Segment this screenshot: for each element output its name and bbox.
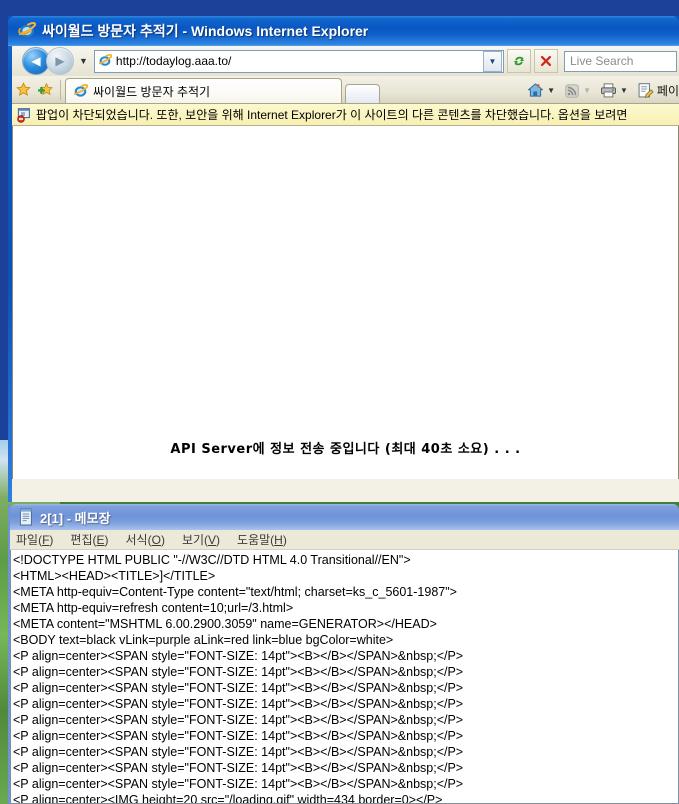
- toolbar-separator: [60, 80, 61, 100]
- notepad-line: <P align=center><SPAN style="FONT-SIZE: …: [13, 745, 464, 759]
- address-dropdown-button[interactable]: ▼: [483, 50, 502, 72]
- back-arrow-icon: ◀: [31, 54, 41, 68]
- menu-format[interactable]: 서식(O): [126, 531, 165, 548]
- page-menu-button[interactable]: 페이: [637, 82, 679, 99]
- tab-cyworld-visitor-tracker[interactable]: 싸이월드 방문자 추적기: [65, 78, 342, 103]
- page-menu-label: 페이: [656, 84, 679, 98]
- notepad-line: <P align=center><SPAN style="FONT-SIZE: …: [13, 777, 464, 791]
- notepad-window-title: 2[1] - 메모장: [40, 510, 111, 526]
- chevron-down-icon[interactable]: ▼: [547, 86, 555, 95]
- notepad-title-bar[interactable]: 2[1] - 메모장: [10, 504, 679, 530]
- popup-blocked-info-bar[interactable]: 팝업이 차단되었습니다. 또한, 보안을 위해 Internet Explore…: [12, 104, 679, 126]
- menu-view[interactable]: 보기(V): [182, 531, 220, 548]
- add-to-favorites-button[interactable]: [34, 78, 56, 100]
- ie-title-bar[interactable]: 싸이월드 방문자 추적기 - Windows Internet Explorer: [8, 16, 679, 46]
- stop-button[interactable]: [534, 49, 558, 73]
- notepad-text-area[interactable]: <!DOCTYPE HTML PUBLIC "-//W3C//DTD HTML …: [10, 550, 679, 804]
- print-button[interactable]: ▼: [600, 82, 628, 99]
- web-page-viewport[interactable]: API Server에 정보 전송 중입니다 (최대 40초 소요) . . .: [12, 126, 679, 479]
- notepad-line: <P align=center><SPAN style="FONT-SIZE: …: [13, 761, 464, 775]
- refresh-button[interactable]: [507, 49, 531, 73]
- notepad-icon: [19, 508, 32, 526]
- notepad-line: <P align=center><SPAN style="FONT-SIZE: …: [13, 649, 464, 663]
- ie-address-toolbar: ◀ ▶ ▼ http://todaylog.aaa.to/ ▼ Live Sea…: [12, 46, 679, 76]
- history-dropdown-icon[interactable]: ▼: [79, 56, 88, 66]
- ie-tab-bar: 싸이월드 방문자 추적기 ▼ ▼ ▼ 페이: [12, 76, 679, 104]
- star-icon: [15, 81, 31, 96]
- favorites-center-button[interactable]: [12, 78, 34, 100]
- popup-blocked-icon: [17, 107, 30, 123]
- menu-file[interactable]: 파일(F): [16, 531, 53, 548]
- ie-window-title: 싸이월드 방문자 추적기 - Windows Internet Explorer: [42, 23, 369, 39]
- home-button[interactable]: ▼: [527, 82, 555, 99]
- notepad-line: <META content="MSHTML 6.00.2900.3059" na…: [13, 617, 437, 631]
- home-icon: [528, 83, 544, 97]
- internet-explorer-window[interactable]: 싸이월드 방문자 추적기 - Windows Internet Explorer…: [8, 16, 679, 502]
- refresh-icon: [513, 56, 525, 66]
- notepad-line: <BODY text=black vLink=purple aLink=red …: [13, 633, 394, 647]
- internet-explorer-icon: [18, 22, 36, 38]
- search-input[interactable]: Live Search: [564, 50, 677, 72]
- notepad-line: <P align=center><SPAN style="FONT-SIZE: …: [13, 665, 464, 679]
- chevron-down-icon: ▼: [583, 86, 591, 95]
- notepad-line: <P align=center><SPAN style="FONT-SIZE: …: [13, 697, 464, 711]
- new-tab-button[interactable]: [345, 84, 380, 103]
- address-bar-url: http://todaylog.aaa.to/: [115, 54, 232, 68]
- stop-icon: [540, 55, 552, 67]
- menu-help[interactable]: 도움말(H): [237, 531, 287, 548]
- info-bar-text: 팝업이 차단되었습니다. 또한, 보안을 위해 Internet Explore…: [36, 108, 628, 122]
- rss-icon: [565, 83, 579, 98]
- forward-button[interactable]: ▶: [46, 47, 74, 75]
- notepad-line: <META http-equiv=Content-Type content="t…: [13, 585, 457, 599]
- internet-explorer-favicon: [98, 54, 112, 66]
- notepad-window-border: [8, 504, 10, 804]
- chevron-down-icon: ▼: [488, 56, 497, 66]
- notepad-line: <P align=center><SPAN style="FONT-SIZE: …: [13, 681, 464, 695]
- notepad-line: <P align=center><IMG height=20 src="/loa…: [13, 793, 443, 804]
- address-bar[interactable]: http://todaylog.aaa.to/ ▼: [93, 49, 504, 73]
- ie-client-area: ◀ ▶ ▼ http://todaylog.aaa.to/ ▼ Live Sea…: [12, 46, 679, 502]
- star-plus-icon: [37, 82, 53, 95]
- ie-command-bar: ▼ ▼ ▼ 페이: [518, 82, 679, 103]
- notepad-window[interactable]: 2[1] - 메모장 파일(F) 편집(E) 서식(O) 보기(V) 도움말(H…: [8, 504, 679, 804]
- page-status-message: API Server에 정보 전송 중입니다 (최대 40초 소요) . . .: [170, 442, 521, 457]
- internet-explorer-favicon: [73, 83, 88, 97]
- notepad-line: <P align=center><SPAN style="FONT-SIZE: …: [13, 729, 464, 743]
- notepad-line: <P align=center><SPAN style="FONT-SIZE: …: [13, 713, 464, 727]
- tab-label: 싸이월드 방문자 추적기: [93, 84, 211, 99]
- forward-arrow-icon: ▶: [55, 54, 65, 68]
- notepad-line: <!DOCTYPE HTML PUBLIC "-//W3C//DTD HTML …: [13, 553, 411, 567]
- notepad-line: <HTML><HEAD><TITLE>]</TITLE>: [13, 569, 216, 583]
- menu-edit[interactable]: 편집(E): [70, 531, 108, 548]
- feeds-button[interactable]: ▼: [564, 83, 591, 99]
- notepad-menu-bar: 파일(F) 편집(E) 서식(O) 보기(V) 도움말(H): [10, 530, 679, 550]
- page-edit-icon: [638, 83, 654, 98]
- chevron-down-icon[interactable]: ▼: [620, 86, 628, 95]
- printer-icon: [601, 83, 616, 98]
- notepad-line: <META http-equiv=refresh content=10;url=…: [13, 601, 294, 615]
- search-placeholder: Live Search: [570, 54, 634, 68]
